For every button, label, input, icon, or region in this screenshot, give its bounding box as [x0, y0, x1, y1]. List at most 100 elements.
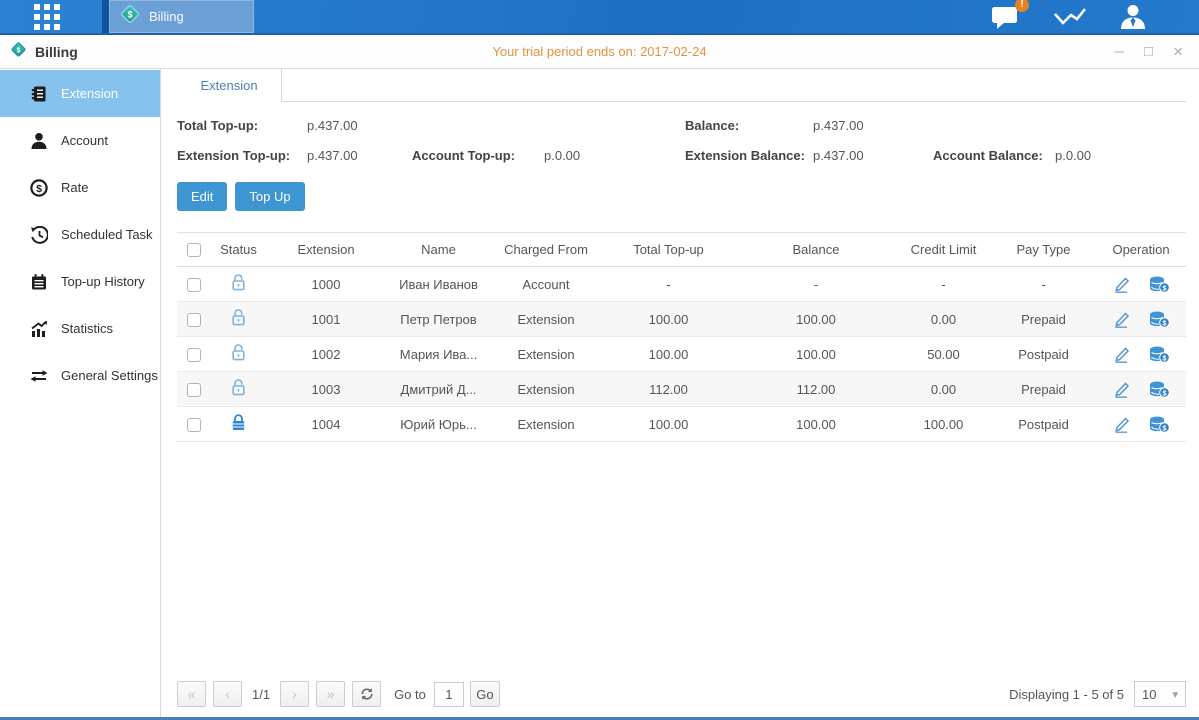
sidebar-item-label: Account — [61, 133, 108, 148]
top-up-button[interactable]: Top Up — [235, 182, 304, 211]
top-up-icon[interactable]: $ — [1149, 311, 1170, 328]
total-topup-cell: 100.00 — [601, 337, 736, 372]
table-row[interactable]: 1002 Мария Ива... Extension 100.00 100.0… — [177, 337, 1186, 372]
total-topup-cell: 112.00 — [601, 372, 736, 407]
billing-diamond-icon: $ — [10, 41, 27, 63]
status-cell[interactable] — [211, 407, 266, 442]
select-all-checkbox[interactable] — [187, 243, 201, 257]
go-button[interactable]: Go — [470, 681, 500, 707]
table-row[interactable]: 1000 Иван Иванов Account - - - - $ — [177, 267, 1186, 302]
maximize-icon[interactable]: □ — [1144, 44, 1153, 59]
refresh-icon — [360, 687, 374, 701]
balance-summary: Total Top-up: p.437.00 Balance: p.437.00… — [177, 118, 1186, 163]
sidebar-item-topup-history[interactable]: Top-up History — [0, 258, 160, 305]
goto-page-input[interactable] — [434, 682, 464, 707]
sidebar-item-label: General Settings — [61, 368, 158, 383]
topup-history-icon — [30, 273, 48, 291]
total-topup-cell: - — [601, 267, 736, 302]
status-cell[interactable] — [211, 337, 266, 372]
rate-icon: $ — [30, 179, 48, 197]
status-cell[interactable] — [211, 267, 266, 302]
edit-icon[interactable] — [1112, 276, 1131, 293]
col-status: Status — [211, 233, 266, 267]
edit-icon[interactable] — [1112, 311, 1131, 328]
balance-cell: 100.00 — [736, 407, 896, 442]
extensions-table: Status Extension Name Charged From Total… — [177, 232, 1186, 442]
extension-cell: 1004 — [266, 407, 386, 442]
edit-icon[interactable] — [1112, 381, 1131, 398]
row-checkbox[interactable] — [187, 278, 201, 292]
edit-icon[interactable] — [1112, 416, 1131, 433]
name-cell: Дмитрий Д... — [386, 372, 491, 407]
account-balance-label: Account Balance: — [933, 148, 1055, 163]
displaying-text: Displaying 1 - 5 of 5 — [1009, 687, 1124, 702]
topbar-billing-tab[interactable]: $ Billing — [102, 0, 254, 33]
status-cell[interactable] — [211, 302, 266, 337]
svg-text:$: $ — [36, 183, 42, 195]
refresh-button[interactable] — [352, 681, 381, 707]
credit-limit-cell: 0.00 — [896, 302, 991, 337]
pay-type-cell: - — [991, 267, 1096, 302]
balance-value: p.437.00 — [813, 118, 864, 133]
col-pay-type: Pay Type — [991, 233, 1096, 267]
table-row[interactable]: 1003 Дмитрий Д... Extension 112.00 112.0… — [177, 372, 1186, 407]
first-page-button[interactable]: « — [177, 681, 206, 707]
trial-notice: Your trial period ends on: 2017-02-24 — [0, 44, 1199, 59]
top-up-icon[interactable]: $ — [1149, 381, 1170, 398]
sidebar-item-extension[interactable]: Extension — [0, 70, 160, 117]
user-account-icon[interactable] — [1119, 4, 1147, 29]
charged-from-cell: Extension — [491, 372, 601, 407]
sidebar-item-scheduled-task[interactable]: Scheduled Task — [0, 211, 160, 258]
page-size-select[interactable]: 10 ▾ — [1134, 681, 1186, 707]
page-size-value: 10 — [1142, 687, 1156, 702]
tabstrip: Extension — [177, 69, 1186, 102]
topbar: $ Billing ! — [0, 0, 1199, 35]
sidebar-item-account[interactable]: Account — [0, 117, 160, 164]
messages-icon[interactable]: ! — [991, 4, 1021, 30]
name-cell: Иван Иванов — [386, 267, 491, 302]
close-icon[interactable]: × — [1173, 43, 1183, 60]
row-checkbox[interactable] — [187, 383, 201, 397]
charged-from-cell: Extension — [491, 302, 601, 337]
col-extension: Extension — [266, 233, 386, 267]
col-credit-limit: Credit Limit — [896, 233, 991, 267]
next-page-button[interactable]: › — [280, 681, 309, 707]
top-up-icon[interactable]: $ — [1149, 276, 1170, 293]
unlocked-icon — [231, 344, 246, 361]
pay-type-cell: Prepaid — [991, 302, 1096, 337]
row-checkbox[interactable] — [187, 348, 201, 362]
table-row[interactable]: 1004 Юрий Юрь... Extension 100.00 100.00… — [177, 407, 1186, 442]
prev-page-button[interactable]: ‹ — [213, 681, 242, 707]
name-cell: Юрий Юрь... — [386, 407, 491, 442]
status-cell[interactable] — [211, 372, 266, 407]
balance-cell: - — [736, 267, 896, 302]
balance-cell: 100.00 — [736, 337, 896, 372]
credit-limit-cell: 0.00 — [896, 372, 991, 407]
general-settings-icon — [30, 367, 48, 385]
page-indicator: 1/1 — [252, 687, 270, 702]
minimize-icon[interactable]: ─ — [1115, 45, 1124, 58]
edit-button[interactable]: Edit — [177, 182, 227, 211]
total-topup-value: p.437.00 — [307, 118, 358, 133]
col-name: Name — [386, 233, 491, 267]
last-page-button[interactable]: » — [316, 681, 345, 707]
balance-label: Balance: — [685, 118, 813, 133]
pagination-bar: « ‹ 1/1 › » Go to Go Displaying 1 - 5 of… — [177, 681, 1186, 707]
sidebar-item-general-settings[interactable]: General Settings — [0, 352, 160, 399]
edit-icon[interactable] — [1112, 346, 1131, 363]
notification-badge: ! — [1015, 0, 1029, 12]
table-row[interactable]: 1001 Петр Петров Extension 100.00 100.00… — [177, 302, 1186, 337]
top-up-icon[interactable]: $ — [1149, 416, 1170, 433]
window-header: Your trial period ends on: 2017-02-24 $ … — [0, 35, 1199, 69]
row-checkbox[interactable] — [187, 313, 201, 327]
statistics-chart-icon[interactable] — [1053, 5, 1087, 29]
sidebar-item-statistics[interactable]: Statistics — [0, 305, 160, 352]
sidebar: Extension Account $ Rate Scheduled Task — [0, 69, 161, 717]
tab-extension[interactable]: Extension — [177, 69, 282, 102]
apps-grid-icon[interactable] — [34, 4, 60, 30]
top-up-icon[interactable]: $ — [1149, 346, 1170, 363]
account-topup-label: Account Top-up: — [412, 148, 544, 163]
sidebar-item-rate[interactable]: $ Rate — [0, 164, 160, 211]
row-checkbox[interactable] — [187, 418, 201, 432]
col-operation: Operation — [1096, 233, 1186, 267]
